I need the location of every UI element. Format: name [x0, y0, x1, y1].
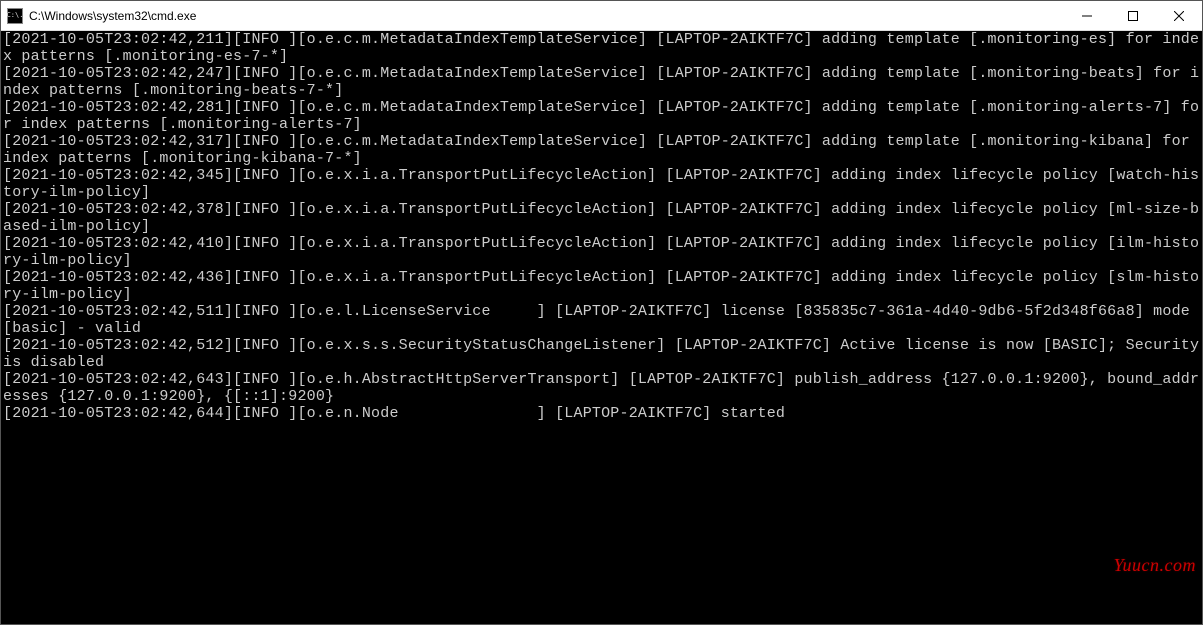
console-line: [2021-10-05T23:02:42,643][INFO ][o.e.h.A… — [3, 371, 1200, 405]
window-controls — [1064, 1, 1202, 30]
console-line: [2021-10-05T23:02:42,345][INFO ][o.e.x.i… — [3, 167, 1200, 201]
console-line: [2021-10-05T23:02:42,211][INFO ][o.e.c.m… — [3, 31, 1200, 65]
close-button[interactable] — [1156, 1, 1202, 30]
console-line: [2021-10-05T23:02:42,511][INFO ][o.e.l.L… — [3, 303, 1200, 337]
close-icon — [1174, 11, 1184, 21]
cmd-app-icon: C:\. — [7, 8, 23, 24]
titlebar[interactable]: C:\. C:\Windows\system32\cmd.exe — [1, 1, 1202, 31]
window-title: C:\Windows\system32\cmd.exe — [29, 9, 1064, 23]
console-line: [2021-10-05T23:02:42,436][INFO ][o.e.x.i… — [3, 269, 1200, 303]
console-line: [2021-10-05T23:02:42,410][INFO ][o.e.x.i… — [3, 235, 1200, 269]
console-line: [2021-10-05T23:02:42,247][INFO ][o.e.c.m… — [3, 65, 1200, 99]
watermark-text: Yuucn.com — [1114, 555, 1196, 576]
console-line: [2021-10-05T23:02:42,644][INFO ][o.e.n.N… — [3, 405, 1200, 422]
minimize-button[interactable] — [1064, 1, 1110, 30]
cmd-window: C:\. C:\Windows\system32\cmd.exe [2021-1… — [0, 0, 1203, 625]
cmd-app-icon-label: C:\. — [7, 12, 24, 19]
console-line: [2021-10-05T23:02:42,281][INFO ][o.e.c.m… — [3, 99, 1200, 133]
maximize-icon — [1128, 11, 1138, 21]
console-line: [2021-10-05T23:02:42,512][INFO ][o.e.x.s… — [3, 337, 1200, 371]
console-line: [2021-10-05T23:02:42,378][INFO ][o.e.x.i… — [3, 201, 1200, 235]
minimize-icon — [1082, 11, 1092, 21]
maximize-button[interactable] — [1110, 1, 1156, 30]
console-output[interactable]: [2021-10-05T23:02:42,211][INFO ][o.e.c.m… — [1, 31, 1202, 624]
console-line: [2021-10-05T23:02:42,317][INFO ][o.e.c.m… — [3, 133, 1200, 167]
